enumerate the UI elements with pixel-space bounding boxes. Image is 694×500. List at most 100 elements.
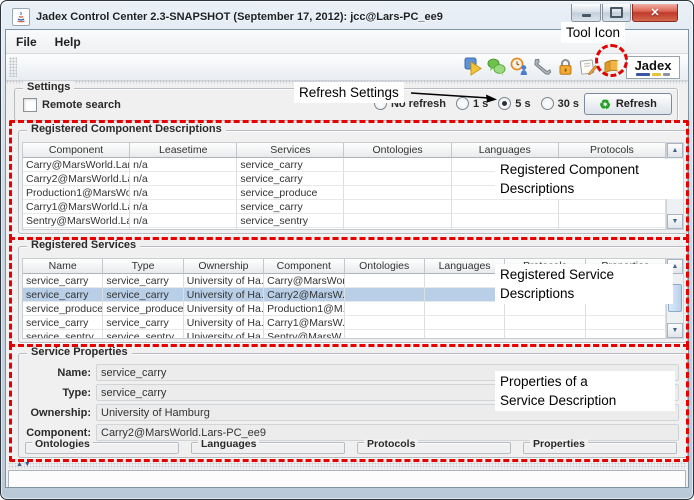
radio-30s[interactable]: 30 s (541, 97, 579, 110)
table-cell[interactable]: n/a (130, 158, 237, 172)
table-cell[interactable]: Carry1@MarsW... (264, 316, 344, 330)
column-header[interactable]: Leasetime (130, 143, 237, 158)
table-row[interactable]: Carry1@MarsWorld.La...n/aservice_carry (23, 200, 666, 214)
table-cell[interactable]: Carry1@MarsWorld.La... (23, 200, 130, 214)
table-cell[interactable] (344, 186, 451, 200)
table-cell[interactable]: service_sentry (103, 330, 183, 339)
table-cell[interactable] (345, 330, 425, 339)
table-cell[interactable] (586, 316, 666, 330)
close-icon[interactable]: ✕ (632, 4, 678, 22)
table-cell[interactable]: service_produce (23, 302, 103, 316)
table-cell[interactable]: Production1@MarsWo... (23, 186, 130, 200)
table-cell[interactable]: service_carry (23, 288, 103, 302)
table-cell[interactable]: service_carry (103, 274, 183, 288)
table-row[interactable]: Sentry@MarsWorld.La...n/aservice_sentry (23, 214, 666, 228)
toolbar-grip[interactable] (9, 57, 17, 77)
table-cell[interactable]: Carry2@MarsW... (264, 288, 344, 302)
column-header[interactable]: Component (23, 143, 130, 158)
column-header[interactable]: Languages (452, 143, 559, 158)
table-row[interactable]: service_produceservice_produceUniversity… (23, 302, 666, 316)
awareness-icon[interactable] (509, 56, 530, 77)
remote-search-checkbox[interactable] (23, 98, 37, 112)
table-cell[interactable]: n/a (130, 214, 237, 228)
table-cell[interactable]: n/a (130, 186, 237, 200)
refresh-button[interactable]: ♻ Refresh (584, 93, 672, 115)
table-cell[interactable]: service_carry (237, 200, 344, 214)
table-cell[interactable]: service_carry (237, 158, 344, 172)
table-cell[interactable] (344, 172, 451, 186)
table-cell[interactable]: University of Ha... (184, 316, 264, 330)
table-cell[interactable]: University of Ha... (184, 288, 264, 302)
table-cell[interactable] (586, 302, 666, 316)
table-cell[interactable]: service_carry (23, 316, 103, 330)
table-cell[interactable] (559, 228, 666, 230)
splitter-bar[interactable]: ▲▼ (8, 462, 686, 469)
table-cell[interactable] (505, 330, 585, 339)
table-cell[interactable]: University of Ha... (184, 330, 264, 339)
table-cell[interactable] (559, 200, 666, 214)
table-cell[interactable] (505, 316, 585, 330)
table-cell[interactable] (344, 200, 451, 214)
table-cell[interactable] (425, 316, 505, 330)
table-cell[interactable] (425, 274, 505, 288)
scroll-up-icon[interactable]: ▲ (667, 143, 683, 158)
table-cell[interactable]: service_produce (237, 228, 344, 230)
table-cell[interactable] (452, 200, 559, 214)
radio-1s[interactable]: 1 s (456, 97, 488, 110)
table-cell[interactable] (452, 214, 559, 228)
table-cell[interactable]: service_sentry (23, 330, 103, 339)
scroll-down-icon[interactable]: ▼ (667, 214, 683, 229)
column-header[interactable]: Languages (425, 259, 505, 274)
table-cell[interactable]: Carry@MarsWor... (264, 274, 344, 288)
remote-search-option[interactable]: Remote search (23, 98, 121, 112)
column-header[interactable]: Services (237, 143, 344, 158)
table-cell[interactable] (452, 228, 559, 230)
scroll-down-icon[interactable]: ▼ (667, 323, 683, 338)
table-cell[interactable]: service_carry (103, 316, 183, 330)
table-cell[interactable]: service_carry (23, 274, 103, 288)
column-header[interactable]: Name (23, 259, 103, 274)
table-cell[interactable] (425, 330, 505, 339)
table-cell[interactable]: service_carry (103, 288, 183, 302)
table-cell[interactable]: n/a (130, 228, 237, 230)
table-row[interactable]: Production2@MarsWo...n/aservice_produce (23, 228, 666, 230)
conversation-icon[interactable] (486, 56, 507, 77)
column-header[interactable]: Ontologies (344, 143, 451, 158)
column-header[interactable]: Ownership (184, 259, 264, 274)
table-cell[interactable]: University of Ha... (184, 274, 264, 288)
splitter-collapse-icons[interactable]: ▲▼ (16, 461, 32, 468)
table-cell[interactable]: Production2@MarsWo... (23, 228, 130, 230)
message-icon[interactable] (578, 56, 599, 77)
column-header[interactable]: Component (264, 259, 344, 274)
table-cell[interactable]: Carry@MarsWorld.Lar... (23, 158, 130, 172)
table-cell[interactable] (505, 302, 585, 316)
table-cell[interactable] (345, 302, 425, 316)
table-row[interactable]: service_sentryservice_sentryUniversity o… (23, 330, 666, 339)
table-cell[interactable] (344, 214, 451, 228)
table-cell[interactable] (345, 288, 425, 302)
column-header[interactable]: Protocols (559, 143, 666, 158)
table-cell[interactable]: Sentry@MarsWorld.La... (23, 214, 130, 228)
starter-icon[interactable] (463, 56, 484, 77)
table-cell[interactable]: University of Ha... (184, 302, 264, 316)
menu-help[interactable]: Help (47, 33, 89, 51)
security-lock-icon[interactable] (555, 56, 576, 77)
column-header[interactable]: Type (103, 259, 183, 274)
table-cell[interactable] (586, 330, 666, 339)
column-header[interactable]: Ontologies (345, 259, 425, 274)
table-cell[interactable]: service_produce (103, 302, 183, 316)
radio-5s[interactable]: 5 s (498, 97, 530, 110)
table-cell[interactable] (425, 302, 505, 316)
table-cell[interactable]: n/a (130, 200, 237, 214)
table-cell[interactable] (425, 288, 505, 302)
table-cell[interactable]: Production1@M... (264, 302, 344, 316)
maximize-icon[interactable] (602, 4, 631, 22)
df-book-icon[interactable] (601, 56, 622, 77)
table-cell[interactable]: Carry2@MarsWorld.La... (23, 172, 130, 186)
table-cell[interactable] (345, 316, 425, 330)
table-cell[interactable] (344, 228, 451, 230)
table-cell[interactable] (559, 214, 666, 228)
wrench-settings-icon[interactable] (532, 56, 553, 77)
table-row[interactable]: service_carryservice_carryUniversity of … (23, 316, 666, 330)
menu-file[interactable]: File (8, 33, 45, 51)
